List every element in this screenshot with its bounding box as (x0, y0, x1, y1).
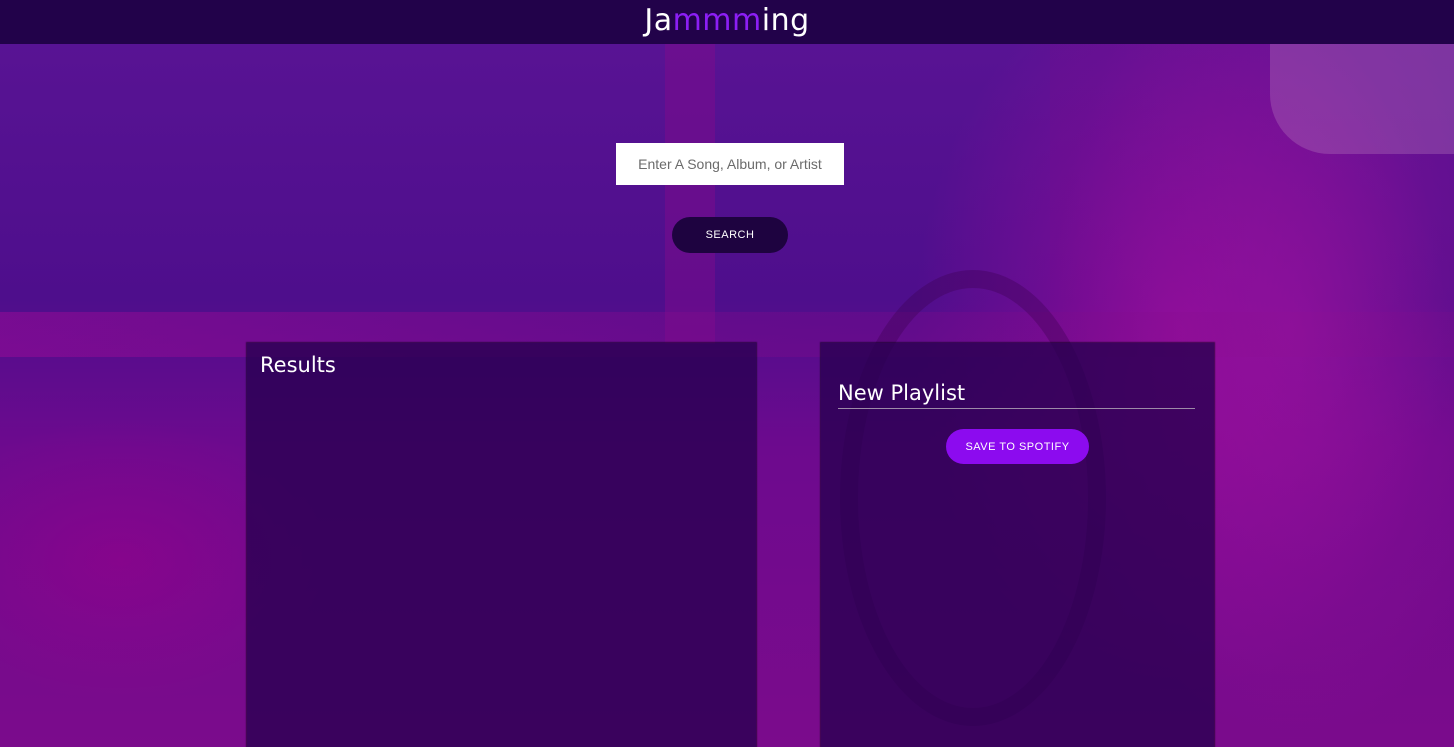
background-photo-cap (1270, 44, 1454, 154)
app-page: Jammming SEARCH Results SAVE TO SPOTIFY (0, 0, 1454, 747)
save-to-spotify-button[interactable]: SAVE TO SPOTIFY (946, 429, 1089, 464)
search-button[interactable]: SEARCH (672, 217, 788, 253)
logo-highlight: mmm (672, 3, 762, 38)
search-results-panel: Results (247, 343, 756, 747)
results-title: Results (260, 353, 336, 377)
app-header: Jammming (0, 0, 1454, 44)
app-logo: Jammming (644, 3, 809, 39)
search-input[interactable] (616, 143, 844, 185)
background-photo-pole (665, 44, 715, 344)
playlist-name-input[interactable] (838, 377, 1195, 409)
logo-suffix: ing (761, 3, 810, 38)
playlist-panel: SAVE TO SPOTIFY (821, 343, 1214, 747)
logo-prefix: Ja (644, 3, 673, 38)
